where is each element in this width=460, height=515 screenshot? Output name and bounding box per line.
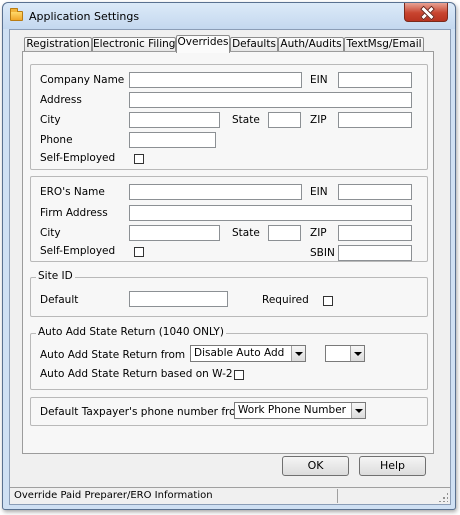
site-id-required-checkbox[interactable] (323, 296, 333, 306)
preparer-zip-label: ZIP (310, 114, 327, 126)
title-bar[interactable]: Application Settings (3, 3, 455, 29)
site-id-default-field[interactable] (129, 291, 228, 307)
window-title: Application Settings (29, 10, 140, 23)
help-button[interactable]: Help (359, 456, 426, 476)
ok-button[interactable]: OK (282, 456, 349, 476)
auto-add-state-dropdown[interactable] (325, 345, 365, 362)
status-separator (337, 489, 338, 503)
ero-ein-label: EIN (310, 186, 328, 198)
ero-self-employed-checkbox[interactable] (134, 247, 144, 257)
sbin-label: SBIN (310, 247, 335, 259)
site-id-default-label: Default (40, 294, 79, 306)
overrides-tab-panel: Company Name EIN Address City State ZIP … (22, 51, 434, 454)
auto-add-from-dropdown[interactable]: Disable Auto Add (190, 345, 306, 362)
phone-default-label: Default Taxpayer's phone number from (40, 406, 246, 418)
ero-name-label: ERO's Name (40, 186, 105, 198)
tab-textmsg-email[interactable]: TextMsg/Email (344, 37, 424, 52)
tab-defaults[interactable]: Defaults (230, 37, 278, 52)
ero-city-field[interactable] (129, 225, 220, 241)
ero-city-label: City (40, 227, 61, 239)
preparer-state-field[interactable] (268, 112, 301, 128)
preparer-self-employed-checkbox[interactable] (134, 154, 144, 164)
phone-default-dropdown[interactable]: Work Phone Number (234, 402, 366, 419)
address-field[interactable] (129, 92, 412, 108)
application-settings-window: Application Settings Registration Electr… (2, 2, 456, 510)
chevron-down-icon[interactable] (291, 346, 305, 361)
resize-grip-icon[interactable] (438, 492, 448, 502)
chevron-down-icon[interactable] (351, 403, 365, 418)
close-button[interactable] (404, 3, 448, 22)
site-id-required-label: Required (262, 294, 309, 306)
sbin-field[interactable] (338, 245, 412, 261)
auto-add-legend: Auto Add State Return (1040 ONLY) (36, 326, 226, 338)
ero-zip-field[interactable] (338, 225, 412, 241)
address-label: Address (40, 94, 82, 106)
site-id-legend: Site ID (36, 270, 75, 282)
ero-state-field[interactable] (268, 225, 301, 241)
auto-add-w2-checkbox[interactable] (234, 370, 244, 380)
auto-add-from-label: Auto Add State Return from (40, 349, 186, 361)
status-bar: Override Paid Preparer/ERO Information (10, 487, 450, 504)
preparer-state-label: State (232, 114, 260, 126)
preparer-city-field[interactable] (129, 112, 220, 128)
auto-add-w2-label: Auto Add State Return based on W-2 (40, 368, 233, 380)
company-name-label: Company Name (40, 74, 125, 86)
tab-overrides[interactable]: Overrides (176, 35, 230, 53)
firm-address-label: Firm Address (40, 207, 108, 219)
ero-state-label: State (232, 227, 260, 239)
preparer-self-employed-label: Self-Employed (40, 152, 116, 164)
site-id-group: Site ID (30, 270, 428, 317)
ero-zip-label: ZIP (310, 227, 327, 239)
status-text: Override Paid Preparer/ERO Information (14, 490, 213, 501)
tab-electronic-filing[interactable]: Electronic Filing (92, 37, 176, 52)
phone-field[interactable] (129, 132, 216, 148)
ero-name-field[interactable] (129, 184, 302, 200)
ero-ein-field[interactable] (338, 184, 412, 200)
folder-icon (10, 8, 23, 21)
preparer-city-label: City (40, 114, 61, 126)
firm-address-field[interactable] (129, 205, 412, 221)
tab-registration[interactable]: Registration (24, 37, 92, 52)
close-icon (420, 6, 432, 18)
company-name-field[interactable] (129, 72, 302, 88)
phone-label: Phone (40, 134, 73, 146)
chevron-down-icon[interactable] (350, 346, 364, 361)
preparer-zip-field[interactable] (338, 112, 412, 128)
dialog-client-area: Registration Electronic Filing Overrides… (9, 29, 451, 505)
tab-auth-audits[interactable]: Auth/Audits (278, 37, 344, 52)
ero-self-employed-label: Self-Employed (40, 245, 116, 257)
preparer-ein-field[interactable] (338, 72, 412, 88)
phone-default-value: Work Phone Number (238, 404, 346, 416)
auto-add-from-value: Disable Auto Add (194, 347, 285, 359)
preparer-ein-label: EIN (310, 74, 328, 86)
